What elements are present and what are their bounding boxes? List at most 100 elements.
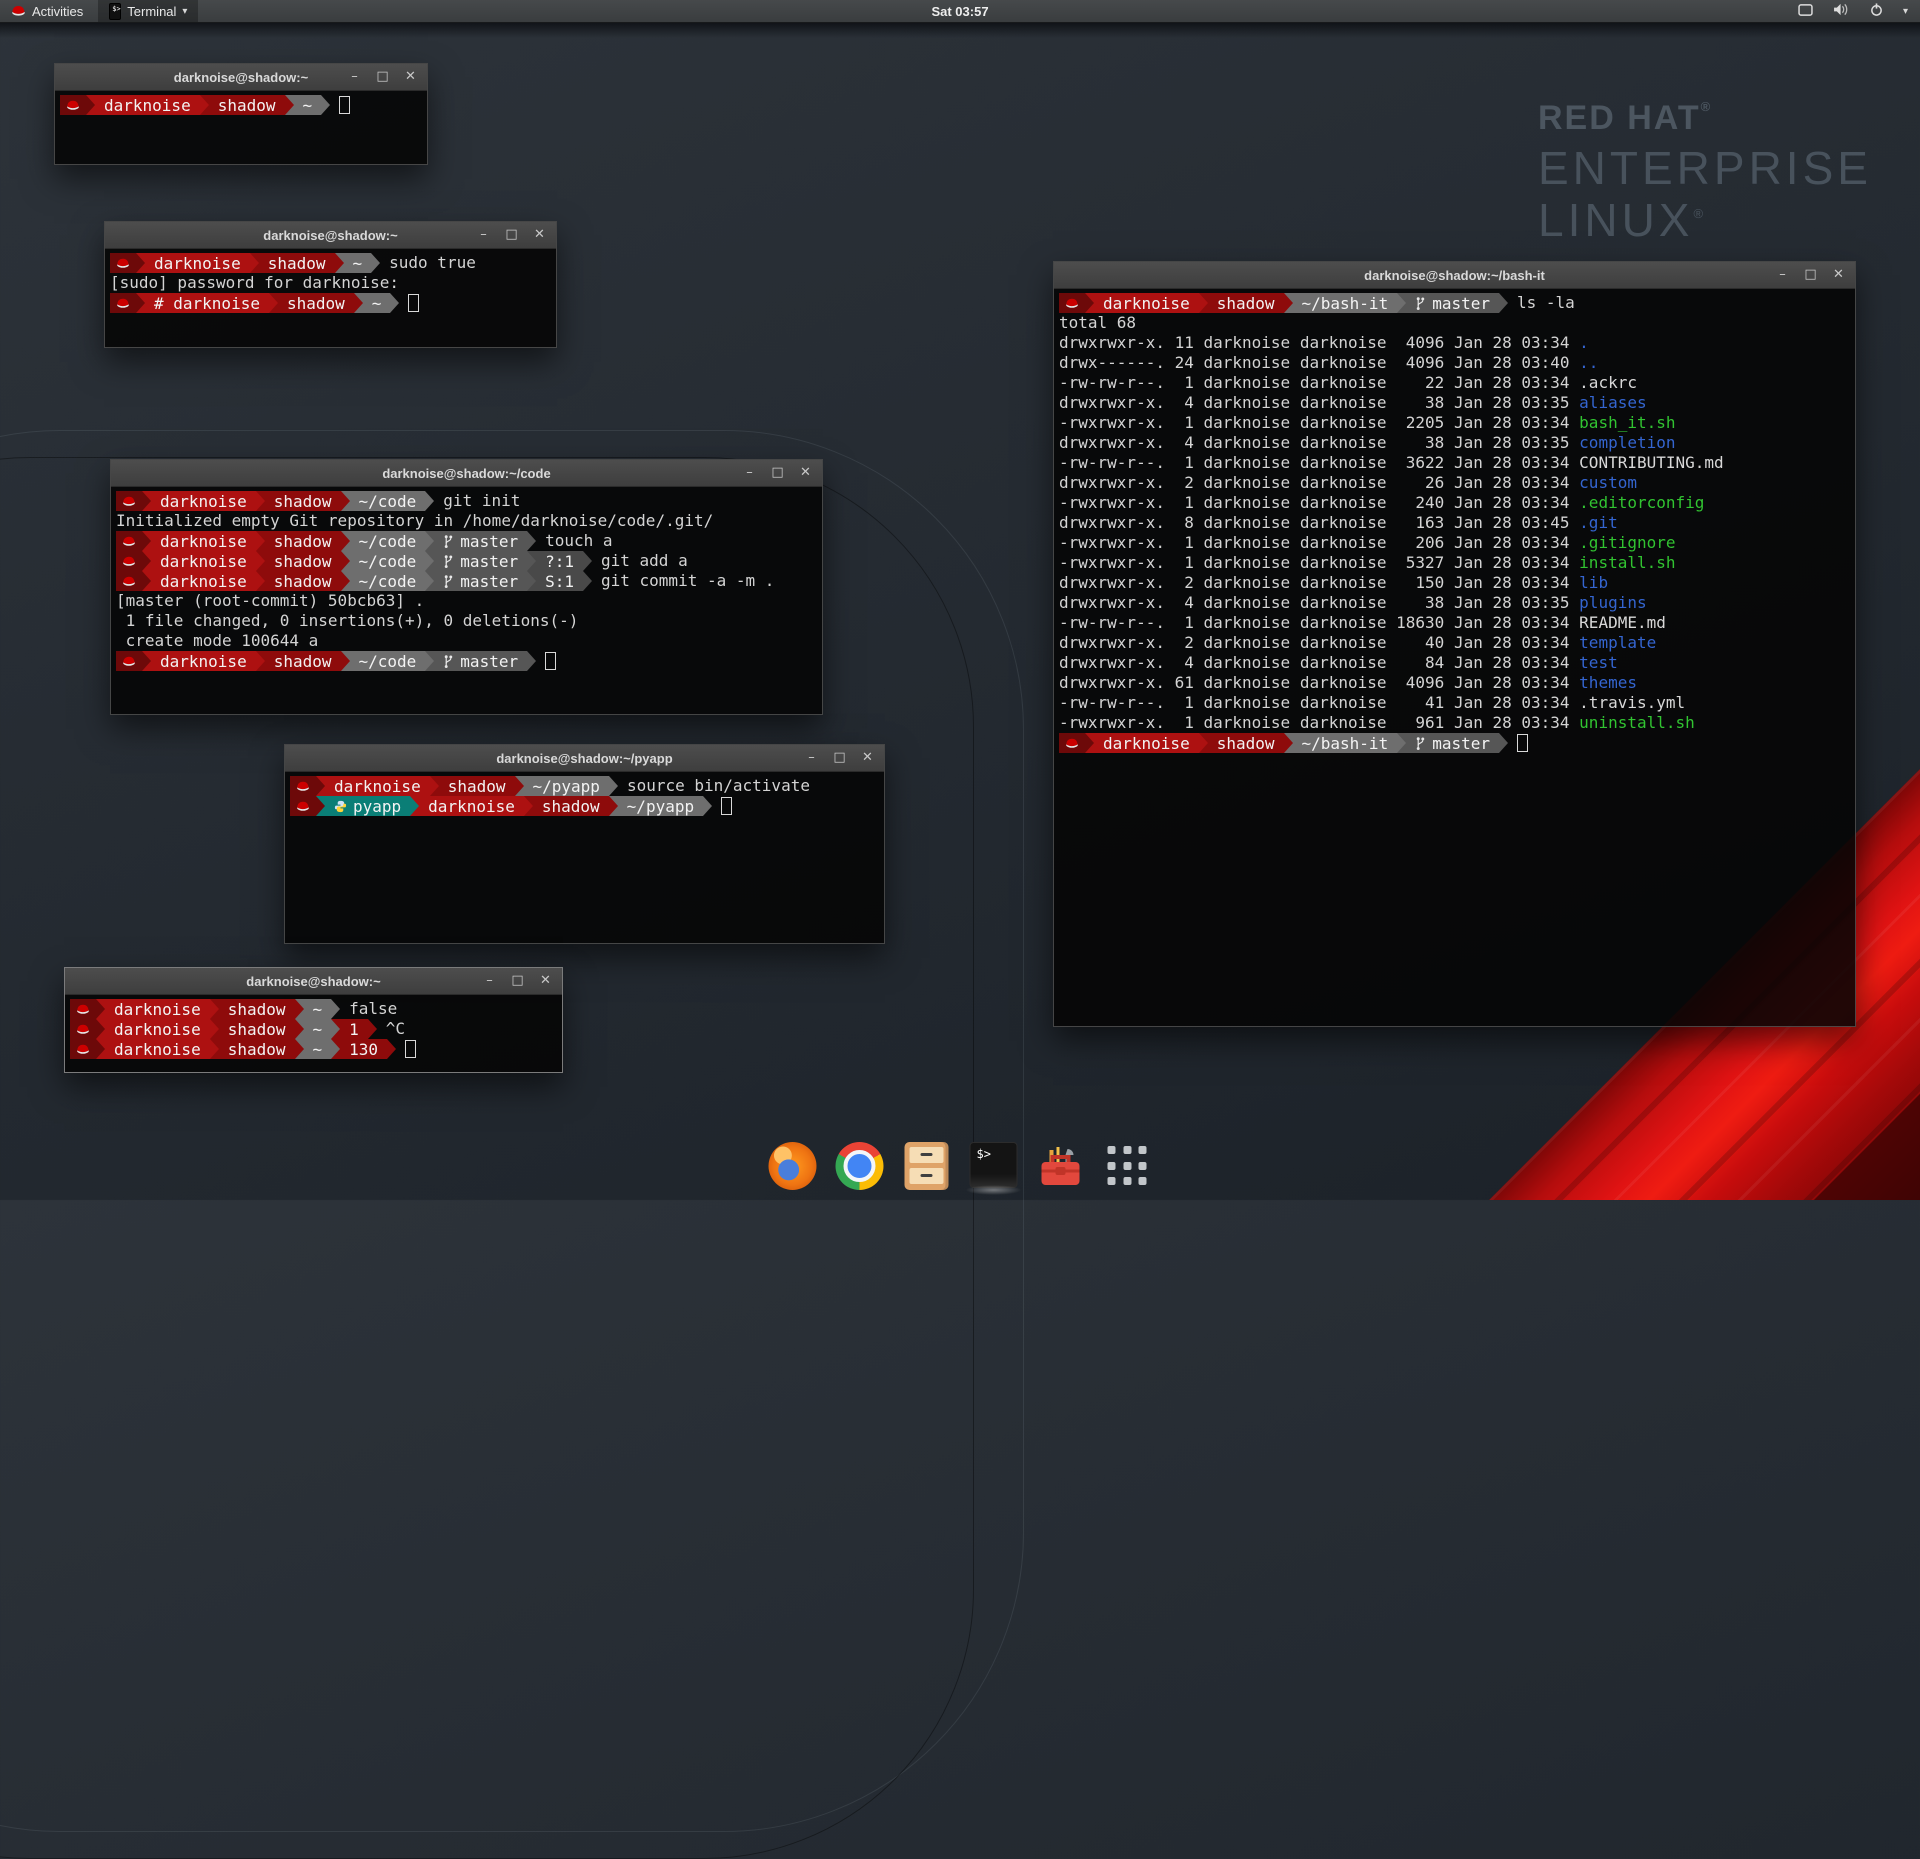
maximize-button[interactable]: □ — [833, 745, 846, 771]
terminal-body[interactable]: darknoiseshadow~/codegit initInitialized… — [111, 487, 822, 671]
dock-item-files[interactable] — [903, 1142, 951, 1190]
prompt-segment-chip — [60, 95, 86, 115]
prompt-segment-host: shadow — [219, 1019, 295, 1039]
dock-item-chrome[interactable] — [836, 1142, 884, 1190]
close-button[interactable]: ✕ — [533, 222, 546, 248]
powerline-separator — [256, 571, 265, 591]
topbar-shadow — [0, 22, 1920, 38]
wordmark-enterprise: ENTERPRISE — [1538, 145, 1872, 191]
maximize-button[interactable]: □ — [376, 64, 389, 90]
minimize-button[interactable]: – — [477, 222, 490, 248]
maximize-button[interactable]: □ — [505, 222, 518, 248]
terminal-prompt-line: darknoiseshadow~130 — [70, 1039, 562, 1059]
terminal-prompt-line: darknoiseshadow~1^C — [70, 1019, 562, 1039]
prompt-segment-user: darknoise — [325, 776, 430, 796]
terminal-output-line: 1 file changed, 0 insertions(+), 0 delet… — [116, 611, 822, 631]
git-branch-icon — [1415, 296, 1426, 311]
titlebar[interactable]: darknoise@shadow:~/pyapp – □ ✕ — [285, 745, 884, 772]
git-branch-icon — [443, 654, 454, 669]
close-button[interactable]: ✕ — [799, 460, 812, 486]
titlebar[interactable]: darknoise@shadow:~/code – □ ✕ — [111, 460, 822, 487]
prompt-segment-path: ~/code — [350, 531, 426, 551]
prompt-segment-host: shadow — [1208, 293, 1284, 313]
prompt-segment-host: shadow — [259, 253, 335, 273]
system-status-area[interactable]: ▾ — [1786, 0, 1920, 22]
powerline-separator — [295, 999, 304, 1019]
prompt-segment-host: shadow — [209, 95, 285, 115]
dock-item-toolbox[interactable] — [1037, 1142, 1085, 1190]
prompt-segment-user: darknoise — [105, 1039, 210, 1059]
prompt-segment-user: darknoise — [145, 253, 250, 273]
minimize-button[interactable]: – — [1776, 262, 1789, 288]
titlebar[interactable]: darknoise@shadow:~ – □ ✕ — [105, 222, 556, 249]
terminal-body[interactable]: darknoiseshadow~/pyappsource bin/activat… — [285, 772, 884, 816]
powerline-separator — [136, 253, 145, 273]
minimize-button[interactable]: – — [743, 460, 756, 486]
minimize-button[interactable]: – — [483, 968, 496, 994]
command-text: ls -la — [1517, 293, 1575, 313]
prompt-segment-host: shadow — [439, 776, 515, 796]
minimize-button[interactable]: – — [348, 64, 361, 90]
titlebar[interactable]: darknoise@shadow:~/bash-it – □ ✕ — [1054, 262, 1855, 289]
prompt-segment-user: darknoise — [105, 999, 210, 1019]
prompt-segment-path: ~ — [363, 293, 391, 313]
rhel-wordmark: RED HAT® ENTERPRISE LINUX® — [1538, 100, 1872, 243]
powerline-separator — [1085, 733, 1094, 753]
prompt-segment-path: ~/code — [350, 491, 426, 511]
prompt-segment-host: shadow — [219, 999, 295, 1019]
maximize-button[interactable]: □ — [1804, 262, 1817, 288]
prompt-segment-chip — [110, 253, 136, 273]
dock-item-firefox[interactable] — [769, 1142, 817, 1190]
terminal-app-icon: $> — [109, 3, 121, 20]
close-button[interactable]: ✕ — [861, 745, 874, 771]
terminal-cursor — [1517, 734, 1528, 752]
dock-item-app-grid[interactable] — [1104, 1142, 1152, 1190]
powerline-separator — [371, 253, 380, 273]
terminal-output-line: create mode 100644 a — [116, 631, 822, 651]
prompt-segment-path: ~ — [304, 1039, 332, 1059]
terminal-output-line: drwxrwxr-x. 8 darknoise darknoise 163 Ja… — [1059, 513, 1855, 533]
close-button[interactable]: ✕ — [404, 64, 417, 90]
titlebar[interactable]: darknoise@shadow:~ – □ ✕ — [55, 64, 427, 91]
powerline-separator — [527, 571, 536, 591]
activities-button[interactable]: Activities — [0, 0, 94, 22]
prompt-segment-user: darknoise — [419, 796, 524, 816]
terminal-prompt-line: darknoiseshadow~/codemastertouch a — [116, 531, 822, 551]
titlebar[interactable]: darknoise@shadow:~ – □ ✕ — [65, 968, 562, 995]
maximize-button[interactable]: □ — [511, 968, 524, 994]
dock-item-terminal[interactable]: $> — [970, 1142, 1018, 1190]
terminal-body[interactable]: darknoiseshadow~ — [55, 91, 427, 115]
prompt-segment-chip — [70, 1039, 96, 1059]
prompt-segment-git2: ?:1 — [536, 551, 583, 571]
minimize-button[interactable]: – — [805, 745, 818, 771]
app-menu-terminal[interactable]: $> Terminal ▾ — [98, 0, 198, 22]
powerline-separator — [425, 551, 434, 571]
powerline-separator — [410, 796, 419, 816]
maximize-button[interactable]: □ — [771, 460, 784, 486]
git-branch-icon — [443, 534, 454, 549]
file-name: .. — [1579, 353, 1598, 372]
command-text: sudo true — [389, 253, 476, 273]
powerline-separator — [1284, 293, 1293, 313]
file-name: . — [1579, 333, 1589, 352]
powerline-separator — [1397, 293, 1406, 313]
command-text: false — [349, 999, 397, 1019]
powerline-separator — [368, 1019, 377, 1039]
prompt-segment-host: shadow — [265, 491, 341, 511]
close-button[interactable]: ✕ — [1832, 262, 1845, 288]
powerline-separator — [142, 531, 151, 551]
terminal-cursor — [405, 1040, 416, 1058]
terminal-output-line: [master (root-commit) 50bcb63] . — [116, 591, 822, 611]
terminal-body[interactable]: darknoise shadow ~ falsedarknoiseshadow~1^C… — [65, 995, 562, 1059]
chevron-down-icon: ▾ — [1903, 6, 1908, 17]
terminal-body[interactable]: darknoiseshadow~sudo true[sudo] password… — [105, 249, 556, 313]
powerline-separator — [316, 776, 325, 796]
terminal-body[interactable]: darknoiseshadow~/bash-itmasterls -latota… — [1054, 289, 1855, 753]
powerline-separator — [341, 491, 350, 511]
close-button[interactable]: ✕ — [539, 968, 552, 994]
terminal-window-bash-it: darknoise@shadow:~/bash-it – □ ✕ darknoi… — [1053, 261, 1856, 1027]
powerline-separator — [200, 95, 209, 115]
terminal-cursor — [545, 652, 556, 670]
clock[interactable]: Sat 03:57 — [0, 4, 1920, 19]
powerline-separator — [96, 1039, 105, 1059]
